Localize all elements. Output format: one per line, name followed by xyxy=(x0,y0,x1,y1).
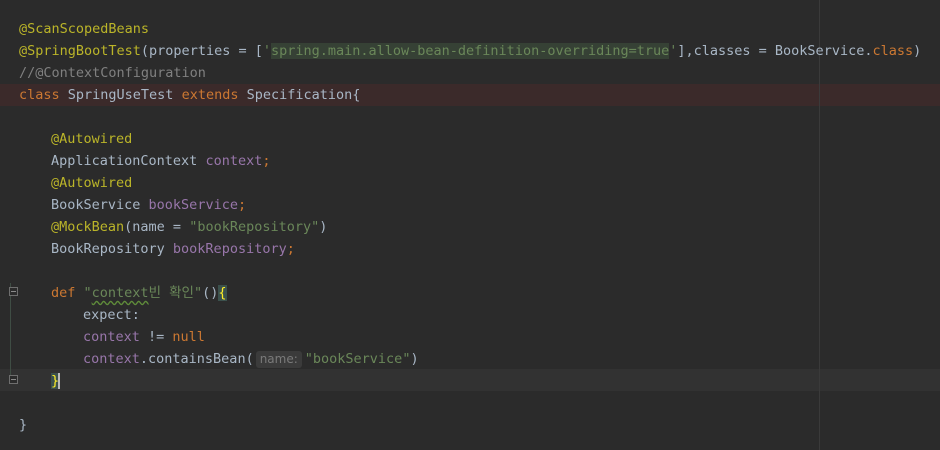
code-line-16[interactable]: context.containsBean(name: "bookService") xyxy=(83,348,419,370)
code-line-17[interactable]: } xyxy=(51,370,61,392)
type-name: BookRepository xyxy=(51,241,173,257)
annotation: @Autowired xyxy=(51,131,133,147)
code-text: Specification{ xyxy=(238,87,361,103)
text-caret xyxy=(58,373,61,389)
keyword: class xyxy=(872,43,914,59)
semicolon: ; xyxy=(286,241,295,257)
field-name: bookService xyxy=(148,197,238,213)
string-literal: 확인" xyxy=(160,285,203,301)
code-line-9[interactable]: BookService bookService; xyxy=(51,194,246,216)
field-name: context xyxy=(83,329,140,345)
semicolon: ; xyxy=(237,197,247,213)
fold-end-icon[interactable] xyxy=(9,375,18,384)
code-text: (properties = [ xyxy=(140,43,263,59)
annotation: @MockBean xyxy=(51,219,125,235)
annotation: @Autowired xyxy=(51,175,133,191)
keyword: def xyxy=(51,285,84,301)
class-name: SpringUseTest xyxy=(59,87,182,103)
code-line-14[interactable]: expect: xyxy=(83,304,140,326)
code-text: } xyxy=(19,417,28,433)
current-line-highlight xyxy=(0,369,940,391)
code-text: ) xyxy=(410,351,419,367)
string-literal: 빈 xyxy=(148,285,161,301)
string-literal: spring.main.allow-bean-definition-overri… xyxy=(270,43,670,59)
code-text: ],classes = BookService. xyxy=(677,43,873,59)
code-line-19[interactable]: } xyxy=(19,414,27,436)
string-literal-spellcheck: context xyxy=(91,285,149,301)
code-line-10[interactable]: @MockBean(name = "bookRepository") xyxy=(51,216,327,238)
code-line-13[interactable]: def "context빈 확인"(){ xyxy=(51,282,227,304)
method-call: .containsBean( xyxy=(139,351,254,367)
right-margin-guide xyxy=(819,0,820,450)
code-line-1[interactable]: @ScanScopedBeans xyxy=(19,18,149,40)
keyword: extends xyxy=(181,87,239,103)
code-line-8[interactable]: @Autowired xyxy=(51,172,132,194)
code-text: (name = xyxy=(124,219,190,235)
comment: //@ContextConfiguration xyxy=(19,65,206,81)
code-line-6[interactable]: @Autowired xyxy=(51,128,132,150)
type-name: ApplicationContext xyxy=(51,153,206,169)
semicolon: ; xyxy=(262,153,271,169)
field-name: context xyxy=(205,153,263,169)
string-quote: " xyxy=(83,285,92,301)
keyword: null xyxy=(172,329,205,345)
annotation: @ScanScopedBeans xyxy=(19,21,150,37)
code-line-4[interactable]: class SpringUseTest extends Specificatio… xyxy=(19,84,360,106)
code-line-15[interactable]: context != null xyxy=(83,326,205,348)
operator: != xyxy=(139,329,173,345)
gutter-fold-line xyxy=(10,283,11,378)
string-literal: "bookService" xyxy=(304,351,411,367)
code-line-2[interactable]: @SpringBootTest(properties = ['spring.ma… xyxy=(19,40,921,62)
fold-collapse-icon[interactable] xyxy=(9,287,18,296)
code-line-3[interactable]: //@ContextConfiguration xyxy=(19,62,206,84)
parameter-hint: name: xyxy=(255,351,302,368)
matched-brace: { xyxy=(218,285,227,301)
block-label: expect: xyxy=(83,307,140,323)
string-literal: "bookRepository" xyxy=(189,219,320,235)
type-name: BookService xyxy=(51,197,149,213)
code-line-7[interactable]: ApplicationContext context; xyxy=(51,150,270,172)
code-text: ) xyxy=(319,219,328,235)
field-name: context xyxy=(83,351,140,367)
keyword: class xyxy=(19,87,60,103)
field-name: bookRepository xyxy=(172,241,287,257)
code-editor[interactable]: @ScanScopedBeans @SpringBootTest(propert… xyxy=(0,0,940,450)
annotation: @SpringBootTest xyxy=(19,43,141,59)
code-text: () xyxy=(202,285,219,301)
string-quote: ' xyxy=(262,43,271,59)
code-text: ) xyxy=(913,43,922,59)
code-line-11[interactable]: BookRepository bookRepository; xyxy=(51,238,295,260)
